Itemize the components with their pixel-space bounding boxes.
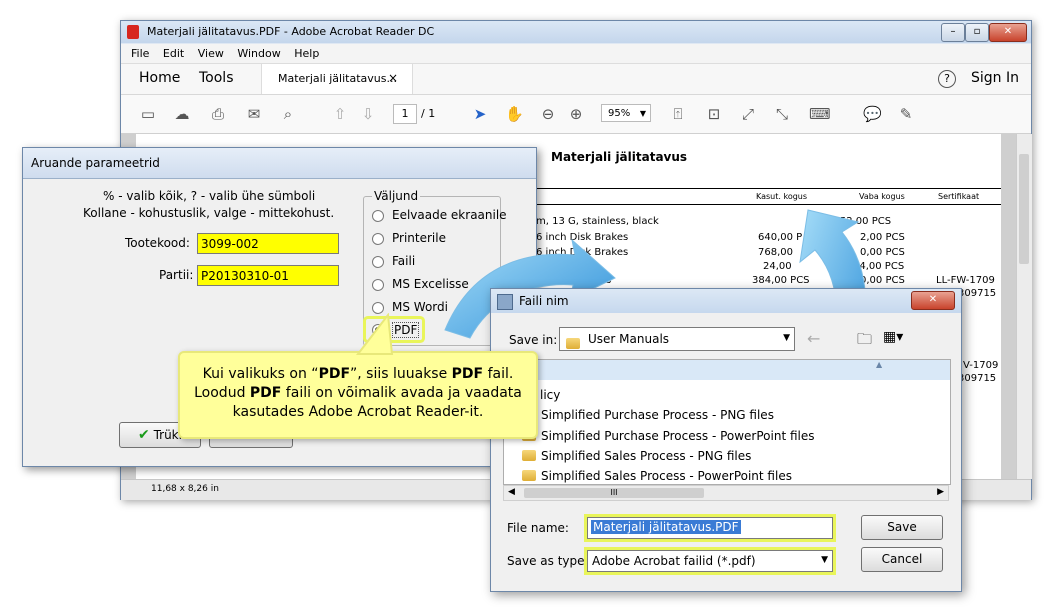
- chevron-down-icon: ▼: [821, 555, 828, 565]
- folder-icon: [522, 450, 536, 461]
- callout-text: Kui valikuks on “PDF”, siis luuakse PDF …: [180, 365, 536, 422]
- scroll-thumb[interactable]: III: [524, 488, 704, 498]
- callout-line-1: Kui valikuks on “PDF”, siis luuakse PDF …: [180, 365, 536, 384]
- scroll-thumb-grip: III: [610, 488, 618, 497]
- scroll-right-icon[interactable]: ▶: [937, 487, 944, 497]
- list-item[interactable]: Simplified Purchase Process - PowerPoint…: [522, 429, 815, 443]
- view-menu-icon[interactable]: ▦▾: [883, 329, 903, 345]
- save-in-select[interactable]: User Manuals ▼: [559, 327, 795, 351]
- callout-bold-pdf: PDF: [451, 366, 484, 382]
- save-in-value: User Manuals: [588, 332, 670, 346]
- folder-shape: [566, 338, 580, 349]
- save-dialog-close-button[interactable]: ✕: [911, 291, 955, 310]
- explanation-callout: Kui valikuks on “PDF”, siis luuakse PDF …: [178, 313, 538, 439]
- save-type-label: Save as type:: [507, 554, 589, 568]
- save-file-dialog: Faili nim ✕ Save in: User Manuals ▼ ← 🗀 …: [490, 288, 962, 592]
- folder-icon: [522, 470, 536, 481]
- file-name-value: Materjali jälitatavus.PDF: [591, 520, 741, 534]
- list-header-selected: [504, 360, 950, 380]
- save-type-select[interactable]: Adobe Acrobat failid (*.pdf) ▼: [587, 550, 833, 572]
- list-item-label: Simplified Sales Process - PowerPoint fi…: [541, 469, 792, 483]
- list-item-label: Simplified Sales Process - PNG files: [541, 449, 752, 463]
- file-name-label: File name:: [507, 521, 569, 535]
- callout-text-part: ”, siis luuakse: [350, 366, 452, 382]
- list-item[interactable]: Simplified Sales Process - PowerPoint fi…: [522, 469, 792, 483]
- callout-pointer: [355, 313, 394, 355]
- callout-text-part: fail.: [483, 366, 514, 382]
- list-item[interactable]: licy: [540, 388, 560, 402]
- list-item[interactable]: Simplified Purchase Process - PNG files: [522, 408, 774, 422]
- callout-text-part: Kui valikuks on “: [202, 366, 319, 382]
- new-folder-icon[interactable]: 🗀: [857, 329, 872, 354]
- sort-up-icon: ▲: [876, 360, 883, 369]
- list-item[interactable]: Simplified Sales Process - PNG files: [522, 449, 751, 463]
- save-type-value: Adobe Acrobat failid (*.pdf): [592, 554, 756, 568]
- callout-line-3: kasutades Adobe Acrobat Reader-it.: [232, 404, 484, 420]
- scroll-left-icon[interactable]: ◀: [508, 487, 515, 497]
- horizontal-scrollbar[interactable]: ◀ III ▶: [503, 485, 949, 501]
- chevron-down-icon: ▼: [783, 333, 790, 343]
- callout-text-part: Loodud: [194, 385, 250, 401]
- callout-line-2: Loodud PDF faili on võimalik avada ja va…: [180, 384, 536, 403]
- callout-bold-pdf: PDF: [318, 366, 351, 382]
- back-arrow-icon[interactable]: ←: [807, 329, 820, 348]
- save-dialog-titlebar: Faili nim ✕: [491, 289, 961, 313]
- cancel-save-button[interactable]: Cancel: [861, 547, 943, 572]
- save-dialog-title: Faili nim: [519, 294, 569, 308]
- list-item-label: Simplified Purchase Process - PNG files: [541, 408, 774, 422]
- save-in-label: Save in:: [509, 333, 558, 347]
- save-button[interactable]: Save: [861, 515, 943, 540]
- file-list: ▲ licy Simplified Purchase Process - PNG…: [503, 359, 951, 485]
- dialog-app-icon: [497, 294, 513, 310]
- callout-text-part: faili on võimalik avada ja vaadata: [281, 385, 522, 401]
- callout-bold-pdf: PDF: [249, 385, 282, 401]
- folder-icon: [566, 333, 585, 352]
- list-item-label: Simplified Purchase Process - PowerPoint…: [541, 429, 815, 443]
- file-name-input[interactable]: Materjali jälitatavus.PDF: [587, 517, 833, 539]
